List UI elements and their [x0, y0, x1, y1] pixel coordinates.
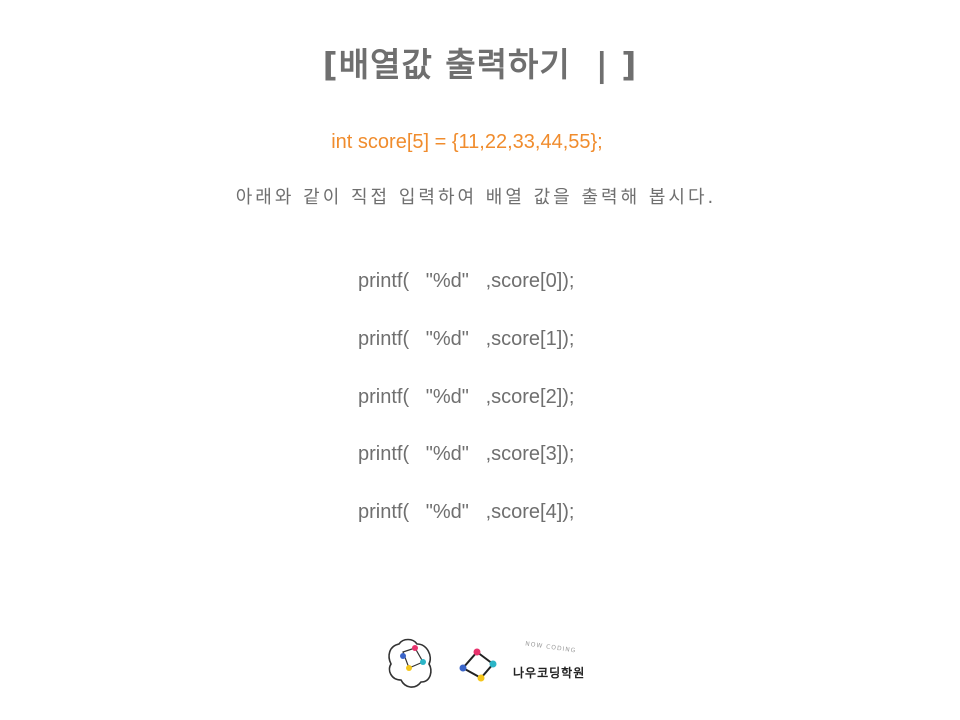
- instruction-text: 아래와 같이 직접 입력하여 배열 값을 출력해 봅시다.: [235, 187, 717, 208]
- network-logo-icon: [459, 648, 497, 682]
- brand-name: 나우코딩학원: [513, 666, 586, 680]
- array-declaration-code: int score[5] = {11,22,33,44,55};: [331, 131, 603, 153]
- printf-line-2: printf( "%d" ,score[2]);: [358, 385, 575, 408]
- page-title: [배열값 출력하기 | ]: [322, 45, 638, 84]
- brain-logo-icon: [388, 638, 432, 688]
- printf-line-3: printf( "%d" ,score[3]);: [358, 443, 575, 466]
- printf-line-4: printf( "%d" ,score[4]);: [358, 501, 575, 524]
- logo-area: NOW CODING 나우코딩학원: [385, 636, 605, 696]
- printf-line-0: printf( "%d" ,score[0]);: [358, 270, 575, 292]
- brand-subtitle: NOW CODING: [524, 640, 577, 655]
- printf-code-list: printf( "%d" ,score[0]); printf( "%d" ,s…: [358, 270, 574, 559]
- printf-line-1: printf( "%d" ,score[1]);: [358, 327, 575, 350]
